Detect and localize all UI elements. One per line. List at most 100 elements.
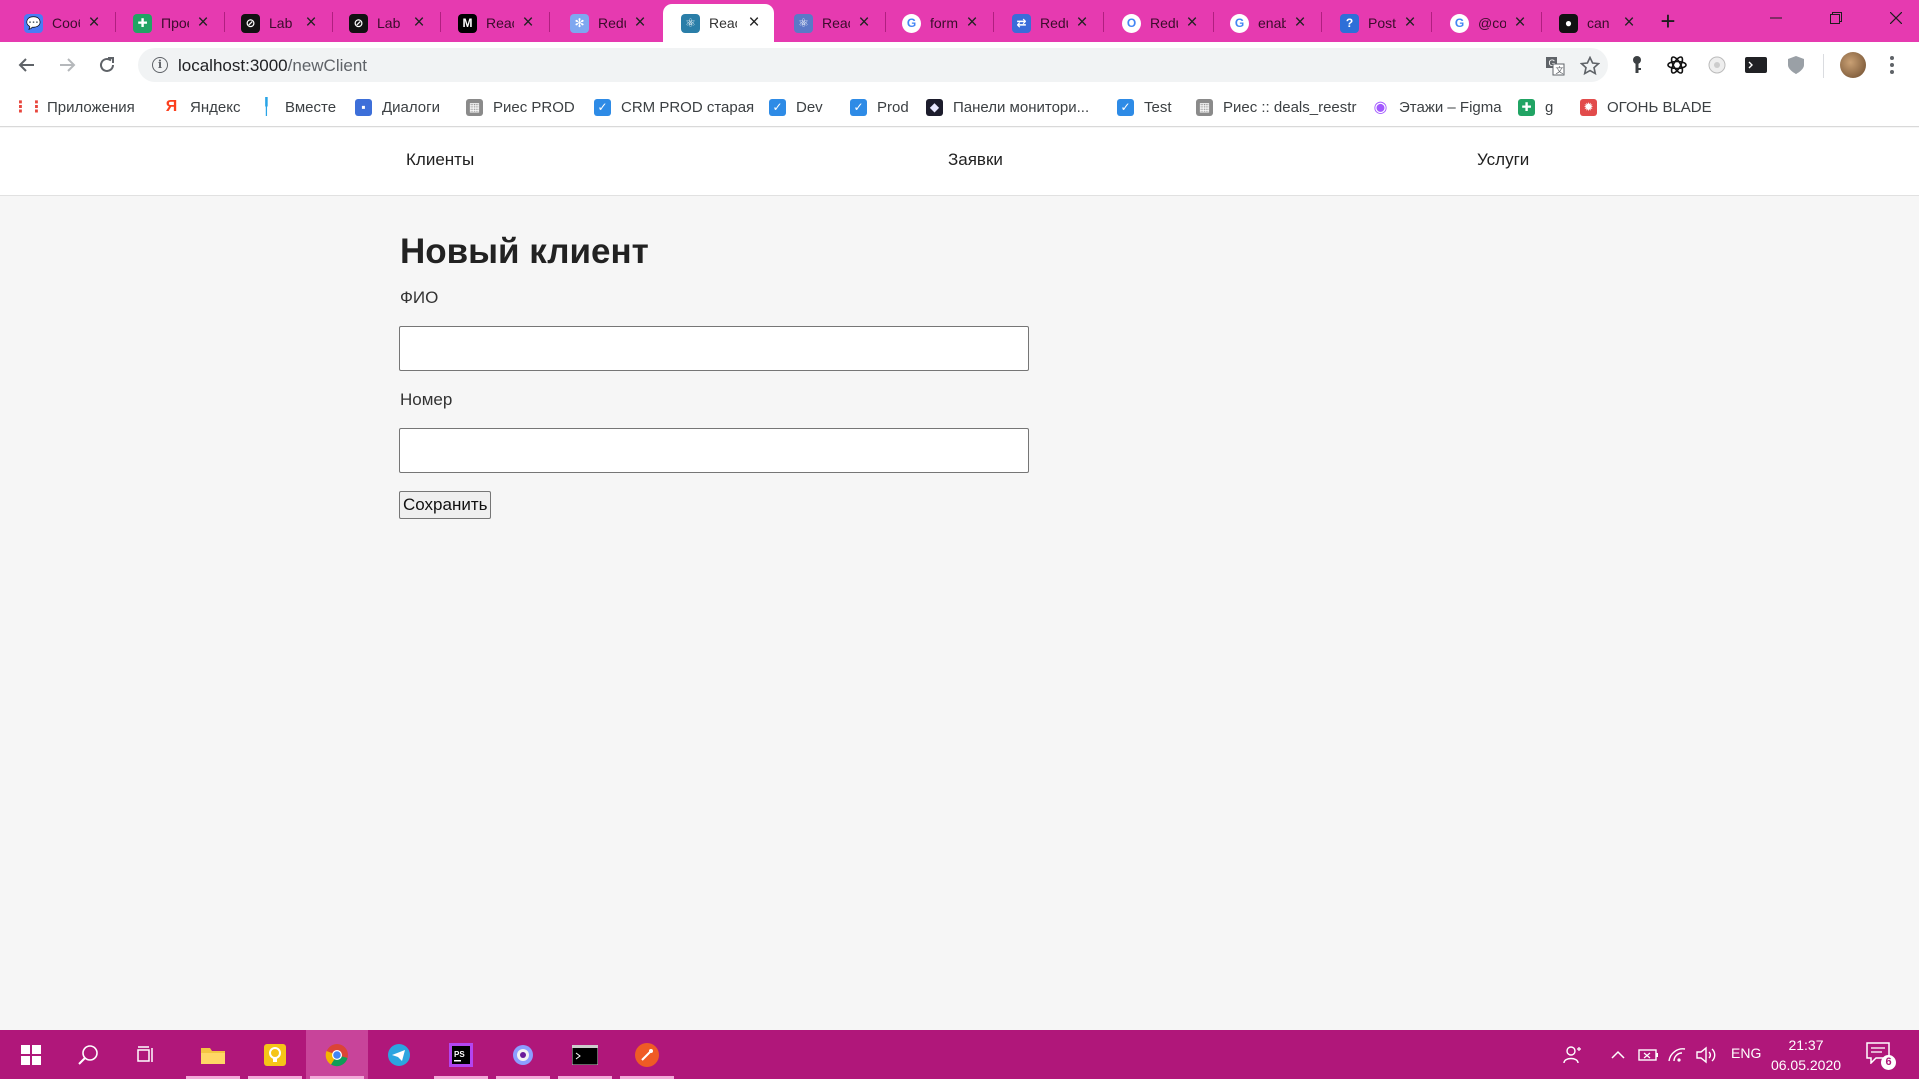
- browser-tab[interactable]: 💬 Сообщ ×: [6, 4, 114, 42]
- address-bar[interactable]: i localhost:3000/newClient G文: [138, 48, 1608, 82]
- profile-avatar[interactable]: [1840, 52, 1866, 78]
- app-navbar: Клиенты Заявки Услуги: [0, 128, 1919, 196]
- people-icon[interactable]: [1560, 1030, 1586, 1079]
- save-button[interactable]: Сохранить: [399, 491, 492, 519]
- browser-tab[interactable]: Genable ×: [1212, 4, 1320, 42]
- close-tab-icon[interactable]: ×: [1621, 13, 1637, 32]
- close-tab-icon[interactable]: ×: [632, 13, 648, 32]
- bookmark-item[interactable]: ✓ Test: [1117, 96, 1172, 118]
- minimize-button[interactable]: [1746, 0, 1806, 36]
- bookmark-item[interactable]: ▦ Риес :: deals_reestr: [1196, 96, 1356, 118]
- camera-app-icon[interactable]: [492, 1030, 554, 1079]
- bulb-app-icon[interactable]: [244, 1030, 306, 1079]
- reload-button[interactable]: [92, 50, 122, 80]
- bookmark-item[interactable]: Я Яндекс: [163, 96, 241, 118]
- chat-bubble-icon: 💬: [24, 13, 43, 33]
- language-indicator[interactable]: ENG: [1731, 1045, 1761, 1061]
- search-icon[interactable]: [58, 1030, 120, 1079]
- nav-link-requests[interactable]: Заявки: [948, 150, 1003, 170]
- nav-link-services[interactable]: Услуги: [1477, 150, 1529, 170]
- close-tab-icon[interactable]: ×: [195, 13, 211, 32]
- close-tab-icon[interactable]: ×: [520, 13, 536, 32]
- battery-icon[interactable]: [1636, 1030, 1662, 1079]
- back-button[interactable]: [12, 50, 42, 80]
- close-tab-icon[interactable]: ×: [1184, 13, 1200, 32]
- close-tab-icon[interactable]: ×: [746, 13, 762, 32]
- browser-tab[interactable]: M React ×: [440, 4, 548, 42]
- bookmark-item[interactable]: ▦ Риес PROD: [466, 96, 575, 118]
- bookmark-item[interactable]: ⋮⋮ Приложения: [13, 96, 135, 118]
- close-tab-icon[interactable]: ×: [1074, 13, 1090, 32]
- tab-title: Redux: [1040, 15, 1068, 31]
- browser-tab[interactable]: ⚛ React ×: [776, 4, 884, 42]
- start-button[interactable]: [0, 1030, 62, 1079]
- github-icon: ●: [1559, 13, 1578, 33]
- browser-tab[interactable]: ⇄ Redux ×: [994, 4, 1102, 42]
- restore-button[interactable]: [1806, 0, 1866, 36]
- nav-link-clients[interactable]: Клиенты: [406, 150, 474, 170]
- browser-tab[interactable]: ? Post ×: [1322, 4, 1430, 42]
- google-icon: G: [902, 13, 921, 33]
- bookmark-item[interactable]: ✓ Dev: [769, 96, 823, 118]
- bookmark-item[interactable]: ✹ ОГОНЬ BLADE: [1580, 96, 1712, 118]
- browser-tab[interactable]: ● can ×: [1541, 4, 1649, 42]
- tab-title: @co: [1478, 15, 1506, 31]
- notifications-icon[interactable]: 6: [1866, 1042, 1896, 1070]
- postman-icon[interactable]: [616, 1030, 678, 1079]
- console-extension-icon[interactable]: [1745, 54, 1767, 76]
- bookmark-item[interactable]: ✚ g: [1518, 96, 1553, 118]
- bookmark-star-icon[interactable]: [1580, 56, 1600, 76]
- key-extension-icon[interactable]: [1626, 54, 1648, 76]
- chrome-icon[interactable]: [306, 1030, 368, 1079]
- bookmark-item[interactable]: ◉ Этажи – Figma: [1372, 96, 1502, 118]
- site-info-icon[interactable]: i: [152, 57, 168, 73]
- number-input[interactable]: [399, 428, 1029, 473]
- forward-button[interactable]: [52, 50, 82, 80]
- bookmark-item[interactable]: ◆ Панели монитори...: [926, 96, 1089, 118]
- phpstorm-icon[interactable]: PS: [430, 1030, 492, 1079]
- monitoring-icon: ◆: [926, 98, 943, 116]
- telegram-icon[interactable]: [368, 1030, 430, 1079]
- browser-tab[interactable]: Gform ×: [884, 4, 992, 42]
- redux-devtools-icon[interactable]: [1706, 54, 1728, 76]
- chat-bubble-icon: ▪: [355, 98, 372, 116]
- bookmarks-bar: ⋮⋮ Приложения Я Яндекс ╿ Вместе ▪ Диалоги ▦ Риес …: [0, 88, 1919, 127]
- bookmark-label: Dev: [796, 98, 823, 116]
- close-tab-icon[interactable]: ×: [303, 13, 319, 32]
- browser-tab[interactable]: ⚛ React ×: [663, 4, 774, 42]
- browser-menu-button[interactable]: [1885, 52, 1899, 78]
- wifi-icon[interactable]: [1664, 1030, 1690, 1079]
- tab-separator: [549, 12, 550, 32]
- close-tab-icon[interactable]: ×: [964, 13, 980, 32]
- browser-tab[interactable]: ⊘ Lab ×: [331, 4, 439, 42]
- browser-tab[interactable]: G @co ×: [1432, 4, 1540, 42]
- browser-tab[interactable]: ⊘ Lab ×: [223, 4, 331, 42]
- close-tab-icon[interactable]: ×: [86, 13, 102, 32]
- lab-logo-icon: ⊘: [349, 13, 368, 33]
- volume-icon[interactable]: [1693, 1030, 1719, 1079]
- bookmark-item[interactable]: ✓ CRM PROD старая: [594, 96, 754, 118]
- new-tab-button[interactable]: +: [1655, 8, 1681, 35]
- file-explorer-icon[interactable]: [182, 1030, 244, 1079]
- close-tab-icon[interactable]: ×: [856, 13, 872, 32]
- bookmark-item[interactable]: ✓ Prod: [850, 96, 909, 118]
- browser-tab[interactable]: O Redux ×: [1104, 4, 1212, 42]
- clock[interactable]: 21:37 06.05.2020: [1768, 1035, 1844, 1075]
- close-window-button[interactable]: [1866, 0, 1919, 36]
- browser-tab[interactable]: ✻ Redux ×: [552, 4, 660, 42]
- fio-input[interactable]: [399, 326, 1029, 371]
- close-tab-icon[interactable]: ×: [1512, 13, 1528, 32]
- close-tab-icon[interactable]: ×: [1292, 13, 1308, 32]
- shield-check-icon: ✓: [594, 98, 611, 116]
- shield-extension-icon[interactable]: [1785, 54, 1807, 76]
- react-devtools-icon[interactable]: [1666, 54, 1688, 76]
- close-tab-icon[interactable]: ×: [411, 13, 427, 32]
- task-view-icon[interactable]: [118, 1030, 180, 1079]
- translate-icon[interactable]: G文: [1545, 56, 1565, 76]
- chevron-up-icon[interactable]: [1605, 1030, 1631, 1079]
- browser-tab[interactable]: ✚ Прое ×: [115, 4, 223, 42]
- bookmark-item[interactable]: ▪ Диалоги: [355, 96, 440, 118]
- close-tab-icon[interactable]: ×: [1402, 13, 1418, 32]
- bookmark-item[interactable]: ╿ Вместе: [258, 96, 336, 118]
- terminal-icon[interactable]: [554, 1030, 616, 1079]
